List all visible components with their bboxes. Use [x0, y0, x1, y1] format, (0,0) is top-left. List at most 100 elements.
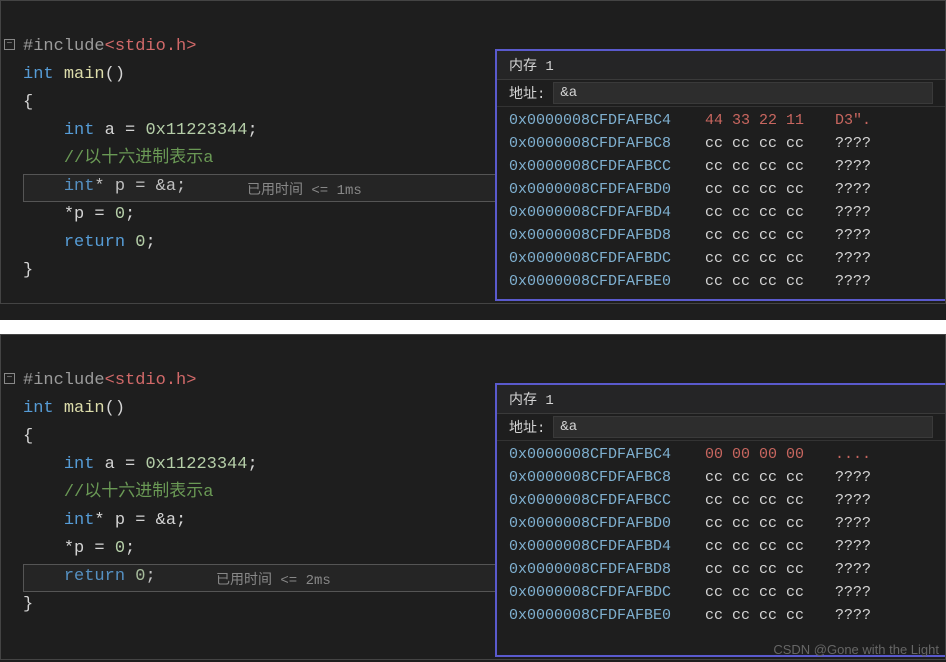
memory-address: 0x0000008CFDFAFBD4: [509, 201, 705, 224]
memory-bytes: cc cc cc cc: [705, 512, 835, 535]
memory-bytes: cc cc cc cc: [705, 604, 835, 627]
code-token: *: [64, 539, 74, 558]
memory-address: 0x0000008CFDFAFBC4: [509, 109, 705, 132]
memory-row: 0x0000008CFDFAFBD0cc cc cc cc????: [509, 512, 933, 535]
memory-ascii: ????: [835, 489, 871, 512]
debug-panel-before: − #include<stdio.h> int main() { int a =…: [0, 0, 946, 304]
code-token: ;: [125, 205, 135, 224]
memory-address: 0x0000008CFDFAFBC8: [509, 466, 705, 489]
memory-bytes: cc cc cc cc: [705, 247, 835, 270]
memory-bytes: cc cc cc cc: [705, 132, 835, 155]
memory-address: 0x0000008CFDFAFBCC: [509, 155, 705, 178]
memory-rows[interactable]: 0x0000008CFDFAFBC400 00 00 00....0x00000…: [497, 441, 945, 633]
memory-ascii: ????: [835, 558, 871, 581]
separator: [0, 320, 946, 334]
code-token: int: [23, 399, 54, 418]
code-token: <stdio.h>: [105, 37, 197, 56]
memory-address-input[interactable]: [553, 82, 933, 104]
memory-row: 0x0000008CFDFAFBDCcc cc cc cc????: [509, 581, 933, 604]
code-token: int: [64, 177, 95, 196]
code-token: ;: [247, 121, 257, 140]
memory-bytes: 44 33 22 11: [705, 109, 835, 132]
memory-rows[interactable]: 0x0000008CFDFAFBC444 33 22 11D3".0x00000…: [497, 107, 945, 299]
memory-row: 0x0000008CFDFAFBD0cc cc cc cc????: [509, 178, 933, 201]
code-token: ;: [176, 177, 186, 196]
memory-address: 0x0000008CFDFAFBD8: [509, 558, 705, 581]
memory-address-row: 地址:: [497, 80, 945, 107]
memory-row: 0x0000008CFDFAFBE0cc cc cc cc????: [509, 270, 933, 293]
code-token: }: [23, 261, 33, 280]
memory-bytes: cc cc cc cc: [705, 558, 835, 581]
memory-address-label: 地址:: [509, 83, 545, 103]
code-token: main: [64, 65, 105, 84]
gutter: −: [1, 335, 19, 659]
code-comment: //以十六进制表示a: [64, 149, 214, 168]
code-token: ;: [176, 511, 186, 530]
memory-bytes: cc cc cc cc: [705, 201, 835, 224]
code-token: 0x11223344: [145, 455, 247, 474]
memory-address: 0x0000008CFDFAFBC8: [509, 132, 705, 155]
memory-row: 0x0000008CFDFAFBC8cc cc cc cc????: [509, 132, 933, 155]
memory-address: 0x0000008CFDFAFBC4: [509, 443, 705, 466]
fold-icon[interactable]: −: [4, 39, 15, 50]
code-token: ;: [125, 539, 135, 558]
memory-title: 内存 1: [497, 51, 945, 80]
code-token: main: [64, 399, 105, 418]
memory-title: 内存 1: [497, 385, 945, 414]
memory-bytes: cc cc cc cc: [705, 535, 835, 558]
memory-address: 0x0000008CFDFAFBD0: [509, 178, 705, 201]
memory-ascii: ????: [835, 155, 871, 178]
code-token: #include: [23, 37, 105, 56]
fold-icon[interactable]: −: [4, 373, 15, 384]
memory-bytes: cc cc cc cc: [705, 466, 835, 489]
code-token: int: [64, 455, 95, 474]
code-token: <stdio.h>: [105, 371, 197, 390]
code-token: #include: [23, 371, 105, 390]
code-token: ;: [145, 233, 155, 252]
memory-row: 0x0000008CFDFAFBD4cc cc cc cc????: [509, 201, 933, 224]
memory-address-input[interactable]: [553, 416, 933, 438]
memory-panel: 内存 1 地址: 0x0000008CFDFAFBC400 00 00 00..…: [495, 383, 945, 657]
code-token: p: [105, 177, 136, 196]
memory-row: 0x0000008CFDFAFBD8cc cc cc cc????: [509, 558, 933, 581]
memory-address: 0x0000008CFDFAFBE0: [509, 270, 705, 293]
code-token: 0: [125, 567, 145, 586]
memory-ascii: ????: [835, 201, 871, 224]
memory-address: 0x0000008CFDFAFBD0: [509, 512, 705, 535]
memory-address: 0x0000008CFDFAFBE0: [509, 604, 705, 627]
memory-ascii: D3".: [835, 109, 871, 132]
memory-row: 0x0000008CFDFAFBC444 33 22 11D3".: [509, 109, 933, 132]
memory-bytes: 00 00 00 00: [705, 443, 835, 466]
code-token: (): [105, 399, 125, 418]
memory-row: 0x0000008CFDFAFBCCcc cc cc cc????: [509, 155, 933, 178]
memory-ascii: ????: [835, 247, 871, 270]
memory-address-row: 地址:: [497, 414, 945, 441]
code-token: *: [94, 511, 104, 530]
code-comment: //以十六进制表示a: [64, 483, 214, 502]
code-token: return: [64, 233, 125, 252]
code-token: a: [94, 121, 125, 140]
code-token: int: [64, 511, 95, 530]
memory-ascii: ????: [835, 132, 871, 155]
code-token: p: [74, 205, 94, 224]
code-token: 0: [125, 233, 145, 252]
memory-row: 0x0000008CFDFAFBC8cc cc cc cc????: [509, 466, 933, 489]
code-token: =: [94, 205, 114, 224]
memory-ascii: ????: [835, 270, 871, 293]
memory-ascii: ????: [835, 604, 871, 627]
code-token: int: [64, 121, 95, 140]
memory-bytes: cc cc cc cc: [705, 270, 835, 293]
code-token: =: [125, 455, 145, 474]
memory-ascii: ????: [835, 466, 871, 489]
watermark: CSDN @Gone with the Light: [773, 642, 939, 657]
code-token: 0: [115, 539, 125, 558]
code-token: *: [64, 205, 74, 224]
memory-ascii: ????: [835, 178, 871, 201]
memory-ascii: ????: [835, 535, 871, 558]
code-token: =: [94, 539, 114, 558]
code-token: &a: [156, 511, 176, 530]
memory-row: 0x0000008CFDFAFBDCcc cc cc cc????: [509, 247, 933, 270]
memory-address: 0x0000008CFDFAFBDC: [509, 247, 705, 270]
code-token: int: [23, 65, 54, 84]
code-token: {: [23, 93, 33, 112]
